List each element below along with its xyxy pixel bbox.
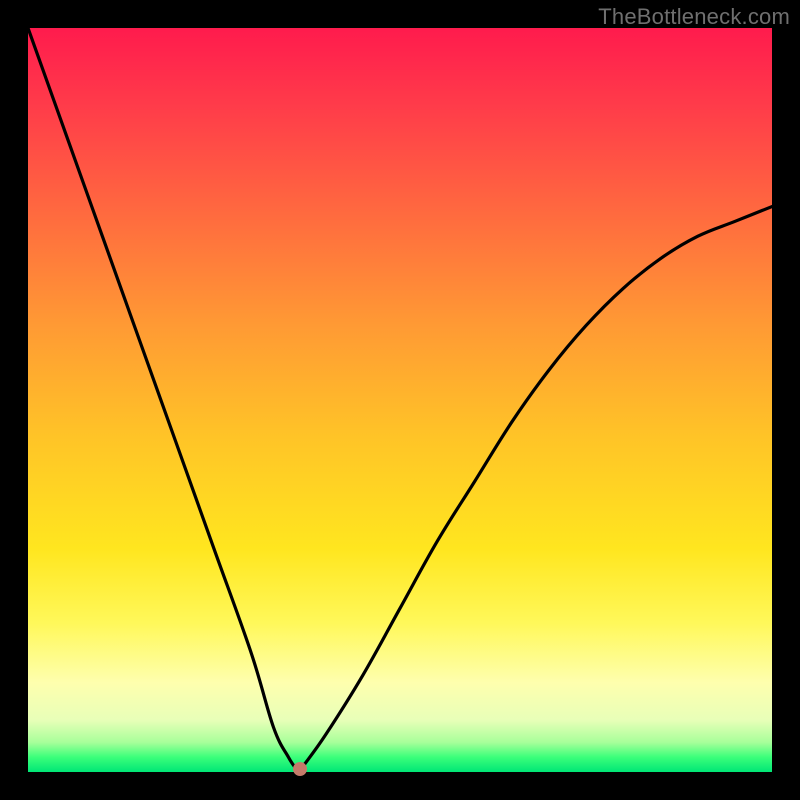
bottleneck-curve <box>28 28 772 772</box>
plot-area <box>28 28 772 772</box>
watermark-text: TheBottleneck.com <box>598 4 790 30</box>
minimum-marker <box>293 762 307 776</box>
chart-frame: TheBottleneck.com <box>0 0 800 800</box>
